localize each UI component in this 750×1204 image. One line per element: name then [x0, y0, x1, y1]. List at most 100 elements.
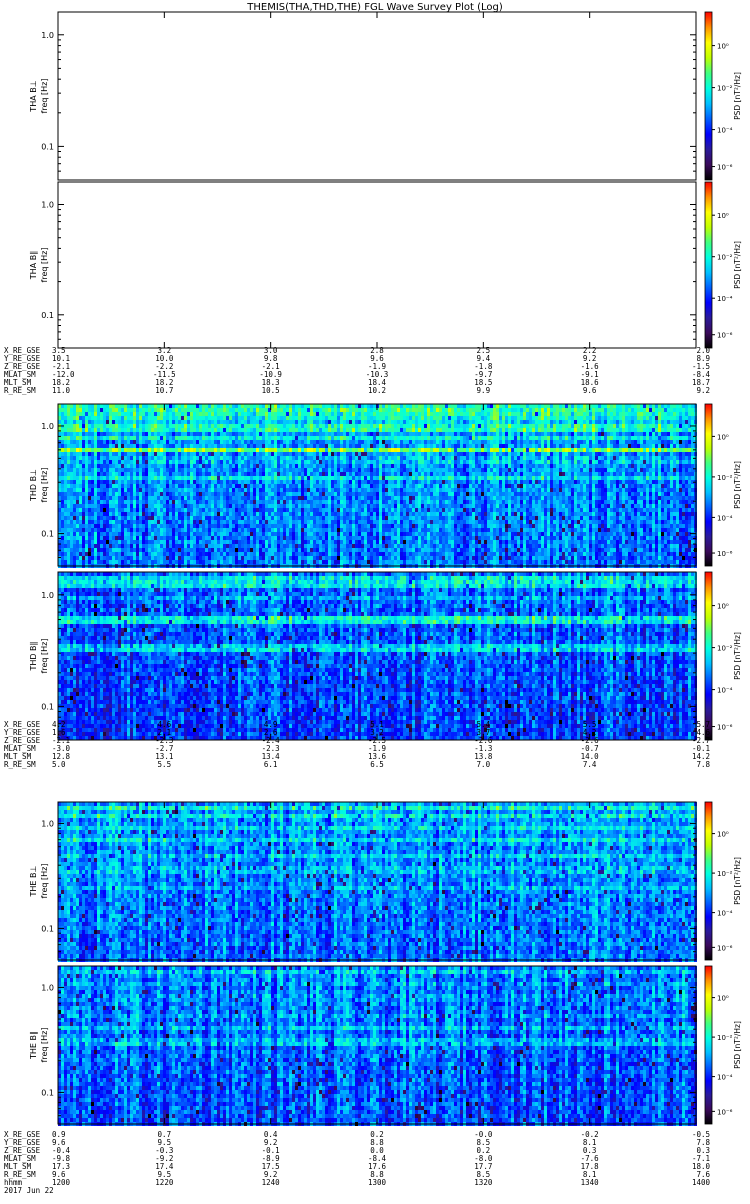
spectrogram-cell [295, 404, 298, 408]
spectrogram-cell [406, 456, 409, 460]
spectrogram-cell [220, 424, 223, 428]
spectrogram-cell [85, 444, 88, 448]
spectrogram-cell [337, 440, 340, 444]
spectrogram-cell [235, 452, 238, 456]
spectrogram-cell [649, 456, 652, 460]
spectrogram-cell [487, 444, 490, 448]
spectrogram-cell [436, 444, 439, 448]
spectrogram-cell [433, 412, 436, 416]
spectrogram-cell [118, 464, 121, 468]
spectrogram-cell [559, 436, 562, 440]
spectrogram-cell [526, 444, 529, 448]
spectrogram-cell [295, 428, 298, 432]
spectrogram-cell [64, 436, 67, 440]
spectrogram-cell [211, 440, 214, 444]
spectrogram-cell [226, 432, 229, 436]
spectrogram-cell [457, 404, 460, 408]
spectrogram-cell [262, 452, 265, 456]
spectrogram-cell [370, 404, 373, 408]
spectrogram-cell [274, 444, 277, 448]
spectrogram-cell [445, 432, 448, 436]
spectrogram-cell [322, 428, 325, 432]
spectrogram-cell [154, 420, 157, 424]
spectrogram-cell [310, 444, 313, 448]
spectrogram-cell [106, 412, 109, 416]
spectrogram-cell [127, 416, 130, 420]
spectrogram-cell [172, 464, 175, 468]
spectrogram-cell [460, 432, 463, 436]
spectrogram-cell [460, 412, 463, 416]
spectrogram-cell [190, 456, 193, 460]
spectrogram-cell [349, 424, 352, 428]
spectrogram-cell [226, 408, 229, 412]
spectrogram-cell [466, 412, 469, 416]
spectrogram-cell [379, 460, 382, 464]
spectrogram-cell [187, 452, 190, 456]
spectrogram-cell [427, 440, 430, 444]
spectrogram-cell [73, 416, 76, 420]
spectrogram-cell [400, 408, 403, 412]
spectrogram-cell [505, 444, 508, 448]
spectrogram-cell [79, 448, 82, 452]
spectrogram-cell [361, 416, 364, 420]
spectrogram-cell [520, 424, 523, 428]
spectrogram-cell [253, 464, 256, 468]
spectrogram-cell [679, 408, 682, 412]
spectrogram-cell [154, 452, 157, 456]
spectrogram-cell [181, 444, 184, 448]
spectrogram-cell [169, 408, 172, 412]
spectrogram-cell [133, 464, 136, 468]
spectrogram-cell [382, 460, 385, 464]
spectrogram-cell [166, 440, 169, 444]
spectrogram-cell [601, 456, 604, 460]
spectrogram-cell [664, 436, 667, 440]
spectrogram-cell [358, 464, 361, 468]
spectrogram-cell [169, 424, 172, 428]
spectrogram-cell [490, 412, 493, 416]
spectrogram-cell [670, 428, 673, 432]
spectrogram-cell [271, 452, 274, 456]
spectrogram-cell [94, 440, 97, 444]
spectrogram-cell [70, 420, 73, 424]
spectrogram-cell [184, 412, 187, 416]
spectrogram-cell [394, 436, 397, 440]
spectrogram-cell [604, 464, 607, 468]
spectrogram-cell [265, 416, 268, 420]
spectrogram-cell [280, 464, 283, 468]
spectrogram-cell [403, 428, 406, 432]
spectrogram-cell [397, 452, 400, 456]
spectrogram-cell [181, 416, 184, 420]
spectrogram-cell [67, 452, 70, 456]
spectrogram-cell [469, 432, 472, 436]
spectrogram-cell [424, 440, 427, 444]
spectrogram-cell [478, 444, 481, 448]
spectrogram-cell [382, 408, 385, 412]
spectrogram-cell [397, 432, 400, 436]
spectrogram-cell [382, 404, 385, 408]
spectrogram-cell [346, 448, 349, 452]
spectrogram-cell [421, 420, 424, 424]
spectrogram-cell [607, 412, 610, 416]
spectrogram-cell [511, 448, 514, 452]
spectrogram-cell [223, 464, 226, 468]
spectrogram-cell [133, 424, 136, 428]
spectrogram-cell [103, 452, 106, 456]
spectrogram-cell [277, 408, 280, 412]
spectrogram-cell [334, 448, 337, 452]
spectrogram-cell [214, 460, 217, 464]
spectrogram-cell [145, 436, 148, 440]
spectrogram-cell [547, 448, 550, 452]
spectrogram-cell [595, 404, 598, 408]
spectrogram-cell [124, 416, 127, 420]
spectrogram-cell [73, 456, 76, 460]
spectrogram-cell [190, 424, 193, 428]
spectrogram-cell [526, 448, 529, 452]
spectrogram-cell [247, 412, 250, 416]
spectrogram-cell [292, 448, 295, 452]
spectrogram-cell [658, 412, 661, 416]
spectrogram-cell [163, 428, 166, 432]
spectrogram-cell [79, 464, 82, 468]
spectrogram-cell [70, 452, 73, 456]
spectrogram-cell [502, 460, 505, 464]
spectrogram-cell [451, 448, 454, 452]
